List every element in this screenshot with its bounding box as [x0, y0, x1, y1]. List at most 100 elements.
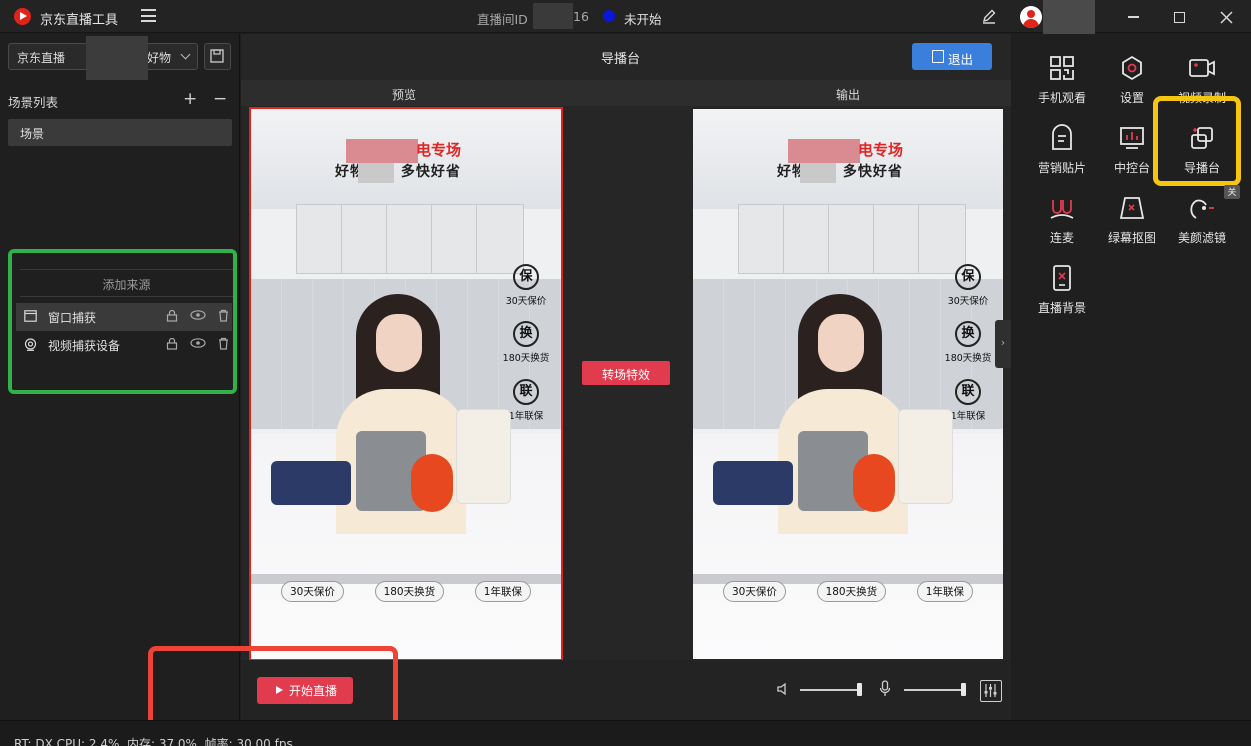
scene-list-title: 场景列表 — [8, 95, 59, 110]
visibility-eye-icon[interactable] — [190, 309, 206, 321]
source-item-video-capture[interactable]: 视频捕获设备 — [16, 331, 232, 359]
badge-exchange: 换 180天换货 — [491, 321, 561, 364]
title-bar: 京东直播工具 直播间ID 16 未开始 — [0, 0, 1251, 42]
account-redacted — [86, 36, 148, 80]
platform-select-value: 京东直播 — [17, 51, 66, 65]
tool-label: 连麦 — [1049, 231, 1074, 245]
tool-label: 美颜滤镜 — [1177, 231, 1226, 245]
live-status: 未开始 — [624, 12, 662, 27]
scene-save-button[interactable] — [204, 43, 231, 70]
tool-live-background[interactable]: 直播背景 — [1027, 264, 1097, 316]
exit-button[interactable]: 退出 — [912, 43, 992, 70]
banner-slogan: 好物聚惠 多快好省 — [335, 164, 461, 180]
director-panel: 导播台 退出 预览 输出 电专场 好物聚惠 多快好省 保 30天保价 换 180天换… — [241, 34, 1011, 720]
scene-item[interactable]: 场景 — [8, 119, 232, 146]
close-tag[interactable]: 关 — [1224, 185, 1240, 199]
output-label: 输出 — [836, 88, 861, 102]
speaker-icon[interactable] — [776, 682, 790, 696]
lock-icon[interactable] — [166, 309, 178, 322]
add-source-button[interactable]: 添加来源 — [20, 269, 233, 297]
source-label: 视频捕获设备 — [48, 339, 121, 353]
edit-icon[interactable] — [981, 8, 997, 24]
tool-label: 手机观看 — [1037, 91, 1086, 105]
tool-label: 营销贴片 — [1037, 161, 1086, 175]
room-id-redacted — [533, 3, 573, 29]
tool-beauty-filter[interactable]: 美颜滤镜 — [1167, 194, 1237, 246]
trash-icon[interactable] — [218, 309, 229, 322]
badge-price-protect: 保 30天保价 — [491, 264, 561, 307]
beauty-filter-icon — [1190, 199, 1214, 219]
product-grill — [271, 461, 351, 505]
speaker-volume-slider[interactable] — [800, 683, 862, 696]
user-avatar[interactable] — [1020, 6, 1042, 28]
lock-icon[interactable] — [166, 337, 178, 350]
sticker-icon — [1052, 124, 1072, 150]
preview-output-header — [241, 80, 1011, 106]
sources-panel-highlight: 添加来源 窗口捕获 视频捕获设备 — [8, 249, 237, 394]
collapse-right-panel-button[interactable]: › — [995, 320, 1011, 368]
guarantee-pills: 30天保价 180天换货 1年联保 — [723, 581, 973, 602]
app-logo-icon — [14, 8, 31, 25]
output-canvas: 电专场 好物聚惠 多快好省 保 30天保价 换 180天换货 联 1年联保 30天保价… — [693, 109, 1003, 659]
co-host-icon — [1050, 200, 1074, 219]
app-title: 京东直播工具 — [40, 13, 119, 28]
product-pot — [411, 454, 453, 512]
tool-label: 直播背景 — [1037, 301, 1086, 315]
guarantee-pills: 30天保价 180天换货 1年联保 — [281, 581, 531, 602]
qr-phone-icon — [1050, 56, 1074, 80]
settings-icon — [1122, 55, 1142, 81]
left-panel: 京东直播 好物 场景列表 + − 场景 添加来源 窗口捕获 视频捕获设备 — [0, 34, 240, 720]
hamburger-menu-icon[interactable] — [141, 9, 156, 22]
room-id-label: 直播间ID — [477, 12, 528, 27]
video-record-icon — [1189, 59, 1215, 77]
save-icon — [210, 49, 224, 63]
add-scene-icon[interactable]: + — [183, 89, 197, 109]
slogan-redacted — [358, 163, 394, 183]
camera-icon — [24, 338, 37, 351]
product-kettle — [898, 409, 953, 504]
mixer-icon — [984, 684, 997, 697]
green-screen-icon — [1119, 197, 1145, 219]
exit-label: 退出 — [948, 52, 974, 67]
tool-green-screen[interactable]: 绿幕抠图 — [1097, 194, 1167, 246]
tool-label: 绿幕抠图 — [1107, 231, 1156, 245]
window-icon — [24, 310, 37, 322]
trash-icon[interactable] — [218, 337, 229, 350]
audio-mixer-button[interactable] — [980, 680, 1002, 702]
banner-redacted — [346, 139, 418, 163]
badge-price-protect: 保 30天保价 — [933, 264, 1003, 307]
source-label: 窗口捕获 — [48, 311, 97, 325]
badge-exchange: 换 180天换货 — [933, 321, 1003, 364]
live-background-icon — [1053, 265, 1071, 291]
tool-mobile-view[interactable]: 手机观看 — [1027, 54, 1097, 106]
panel-title: 导播台 — [601, 52, 641, 67]
exit-icon — [932, 50, 944, 63]
scene-item-label: 场景 — [20, 127, 45, 141]
status-bar-text: RT: DX CPU: 2.4%, 内存: 37.0%, 帧率: 30.00 f… — [14, 737, 293, 746]
platform-select[interactable]: 京东直播 — [8, 43, 88, 70]
status-dot-icon — [603, 10, 615, 22]
close-button[interactable] — [1214, 6, 1238, 28]
minimize-button[interactable] — [1121, 6, 1145, 28]
banner-title: 电专场 — [858, 141, 904, 159]
director-tool-highlight — [1153, 96, 1241, 186]
tool-marketing-sticker[interactable]: 营销贴片 — [1027, 124, 1097, 176]
microphone-icon[interactable] — [879, 680, 891, 698]
category-select-value: 好物 — [147, 51, 172, 65]
close-icon — [1219, 10, 1233, 24]
product-kettle — [456, 409, 511, 504]
remove-scene-icon[interactable]: − — [213, 89, 227, 109]
preview-canvas[interactable]: 电专场 好物聚惠 多快好省 保 30天保价 换 180天换货 联 1年联保 30天保价… — [249, 107, 563, 661]
tool-co-host[interactable]: 连麦 — [1027, 194, 1097, 246]
maximize-button[interactable] — [1167, 6, 1191, 28]
microphone-volume-slider[interactable] — [904, 683, 966, 696]
banner-slogan: 好物聚惠 多快好省 — [777, 164, 903, 180]
transition-effect-button[interactable]: 转场特效 — [582, 361, 670, 385]
source-item-window-capture[interactable]: 窗口捕获 — [16, 303, 232, 331]
status-bar: RT: DX CPU: 2.4%, 内存: 37.0%, 帧率: 30.00 f… — [0, 720, 1251, 746]
visibility-eye-icon[interactable] — [190, 337, 206, 349]
product-grill — [713, 461, 793, 505]
product-pot — [853, 454, 895, 512]
dashboard-icon — [1120, 127, 1144, 149]
room-id-suffix: 16 — [573, 9, 589, 24]
